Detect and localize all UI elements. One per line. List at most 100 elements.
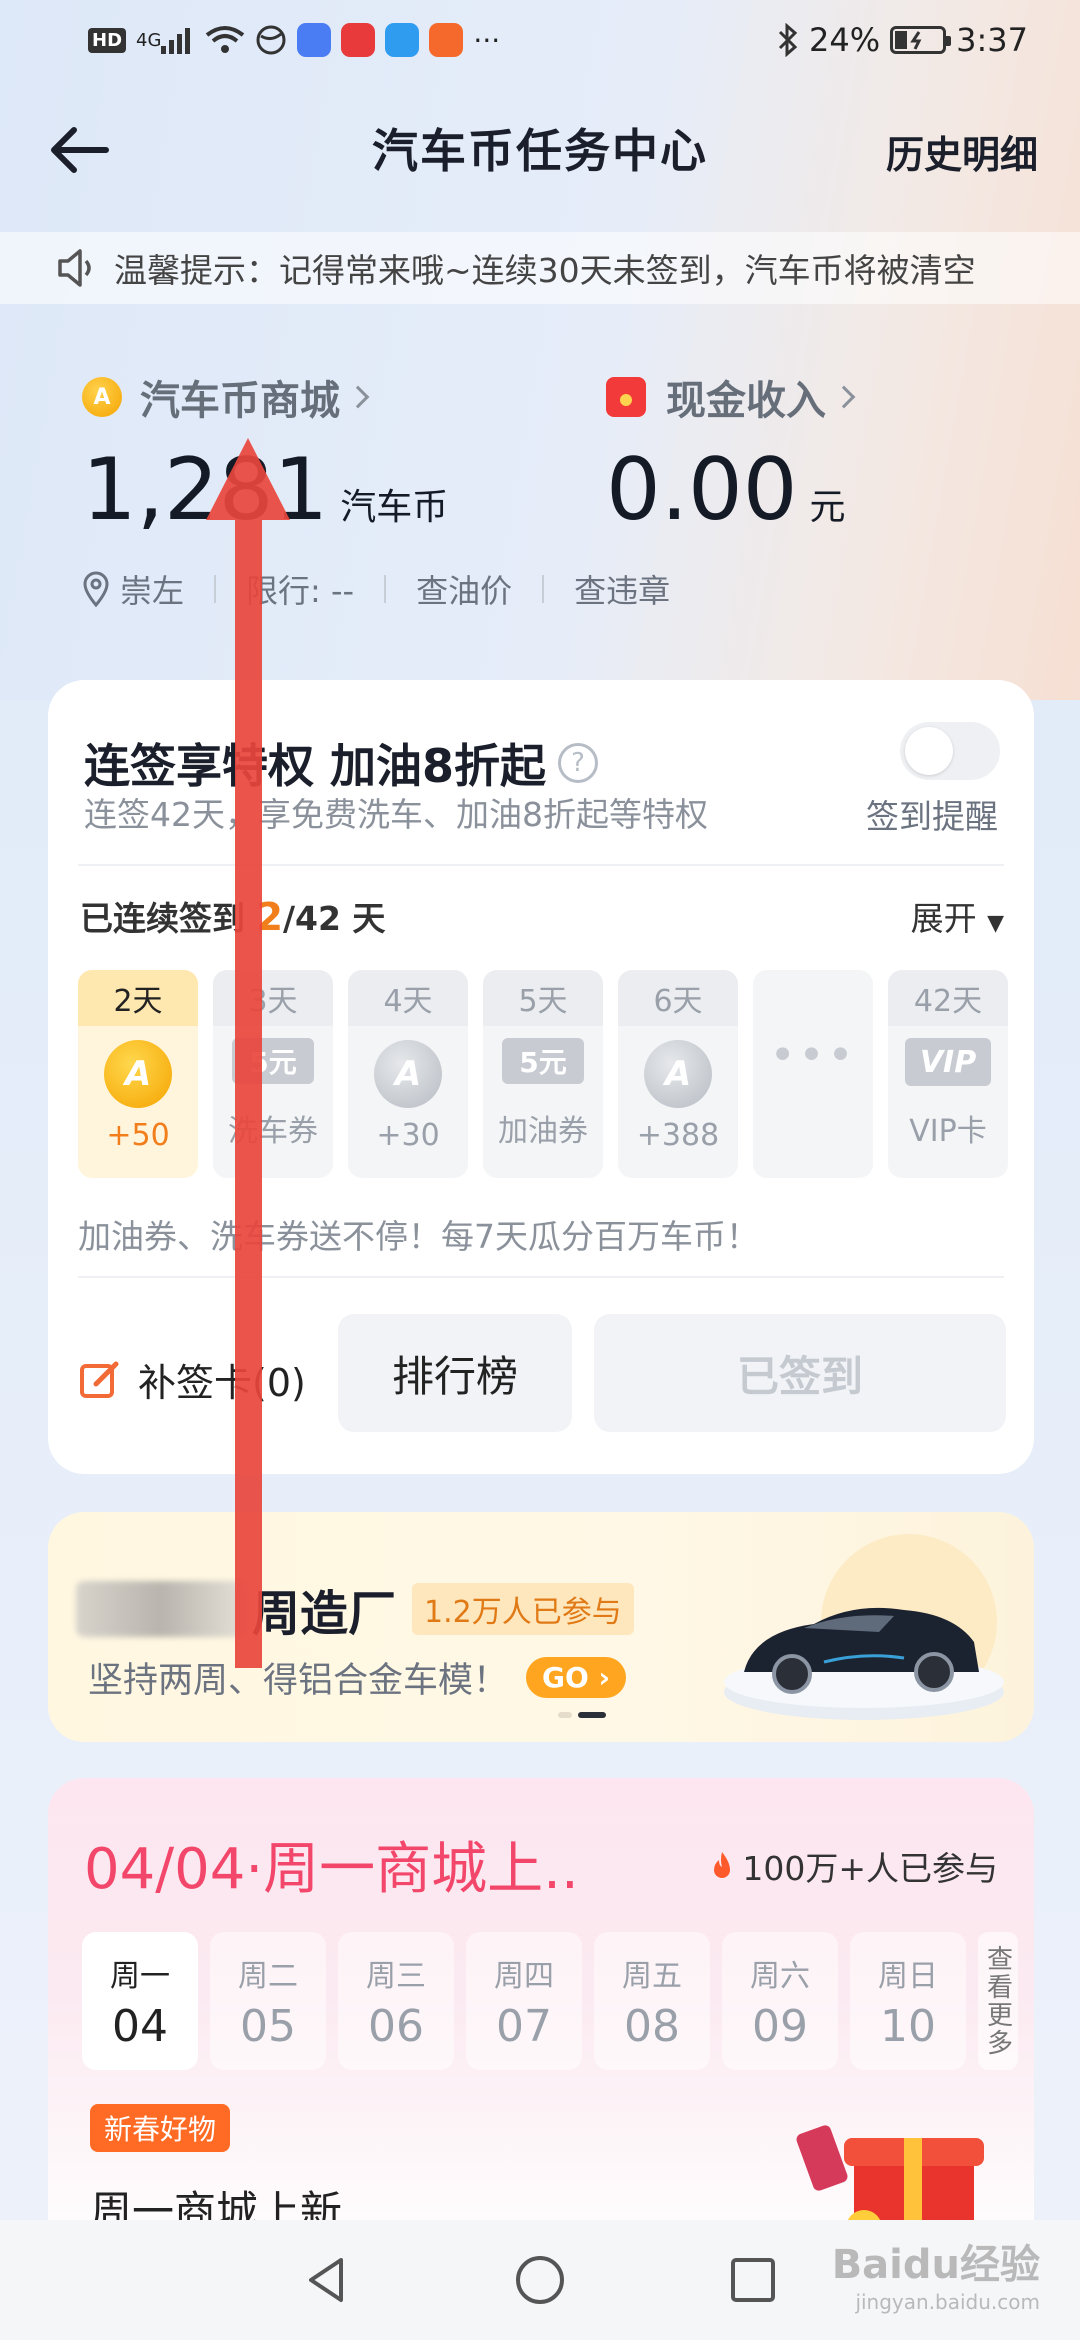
carousel-indicator bbox=[558, 1712, 606, 1718]
weekday-tab-wed[interactable]: 周三 06 bbox=[338, 1932, 454, 2070]
signed-button[interactable]: 已签到 bbox=[594, 1314, 1006, 1432]
nav-home-icon[interactable] bbox=[510, 2250, 570, 2310]
bluetooth-icon bbox=[777, 23, 799, 57]
streak-counter: 已连续签到 2/42 天 bbox=[80, 892, 385, 940]
status-bar: HD 4G ··· 24% 3:37 bbox=[0, 0, 1080, 80]
location-pin-icon bbox=[83, 571, 109, 607]
day-reward-more[interactable]: ••• bbox=[753, 970, 873, 1178]
cash-label: 现金收入 bbox=[666, 378, 826, 424]
nav-back-icon[interactable] bbox=[297, 2250, 357, 2310]
cash-balance: 0.00 元 bbox=[606, 440, 852, 540]
mall-card: 04/04·周一商城上.. 100万+人已参与 周一 04 周二 05 周三 06 周… bbox=[48, 1778, 1034, 2258]
day-reward-2[interactable]: 2天 A +50 bbox=[78, 970, 198, 1178]
go-button[interactable]: GO › bbox=[526, 1657, 627, 1698]
day-label: 6天 bbox=[618, 970, 738, 1026]
status-left: HD 4G ··· bbox=[88, 23, 500, 57]
weekday-date: 07 bbox=[496, 2000, 552, 2052]
page-dot-active bbox=[578, 1712, 606, 1718]
mall-participants: 100万+人已参与 bbox=[710, 1842, 998, 1890]
coin-icon: A bbox=[82, 377, 122, 417]
globe-icon bbox=[255, 24, 287, 56]
weekday-tab-thu[interactable]: 周四 07 bbox=[466, 1932, 582, 2070]
day-value: VIP卡 bbox=[909, 1114, 987, 1149]
back-button[interactable] bbox=[48, 118, 112, 182]
reminder-toggle[interactable] bbox=[900, 722, 1000, 780]
search-app-icon bbox=[385, 23, 420, 57]
day-label: 3天 bbox=[213, 970, 333, 1026]
makeup-label: 补签卡(0) bbox=[138, 1361, 306, 1405]
clock: 3:37 bbox=[956, 21, 1028, 59]
watermark-url: jingyan.baidu.com bbox=[855, 2290, 1040, 2314]
restriction-info[interactable]: 限行: -- bbox=[246, 566, 354, 612]
cash-section[interactable]: 现金收入 0.00 元 bbox=[606, 368, 856, 540]
expand-button[interactable]: 展开 ▼ bbox=[911, 892, 1004, 940]
page-title: 汽车币任务中心 bbox=[372, 124, 708, 178]
new-tag: 新春好物 bbox=[90, 2104, 231, 2152]
makeup-card-button[interactable]: 补签卡(0) bbox=[78, 1352, 306, 1407]
divider bbox=[78, 864, 1004, 866]
divider bbox=[384, 575, 387, 603]
expand-label: 展开 bbox=[910, 899, 977, 938]
day-reward-6[interactable]: 6天 A +388 bbox=[618, 970, 738, 1178]
go-label: GO bbox=[542, 1661, 589, 1694]
coin-mall-label: 汽车币商城 bbox=[140, 378, 340, 424]
hd-icon: HD bbox=[88, 27, 127, 53]
coin-unit: 汽车币 bbox=[340, 487, 449, 528]
day-reward-3[interactable]: 3天 5元 洗车券 bbox=[213, 970, 333, 1178]
weekday-date: 08 bbox=[624, 2000, 680, 2052]
speaker-icon bbox=[58, 249, 91, 287]
location-bar: 崇左 限行: -- 查油价 查违章 bbox=[82, 566, 670, 612]
leaderboard-button[interactable]: 排行榜 bbox=[338, 1314, 572, 1432]
weekday-tab-fri[interactable]: 周五 08 bbox=[594, 1932, 710, 2070]
weekday-name: 周四 bbox=[494, 1958, 554, 1994]
weekday-tab-tue[interactable]: 周二 05 bbox=[210, 1932, 326, 2070]
day-reward-42[interactable]: 42天 VIP VIP卡 bbox=[888, 970, 1008, 1178]
weekday-name: 周日 bbox=[878, 1958, 938, 1994]
cash-link[interactable]: 现金收入 bbox=[606, 368, 856, 426]
music-app-icon bbox=[297, 23, 332, 57]
weekday-tab-sat[interactable]: 周六 09 bbox=[722, 1932, 838, 2070]
mall-title[interactable]: 04/04·周一商城上.. bbox=[84, 1824, 579, 1905]
signin-days: 2天 A +50 3天 5元 洗车券 4天 A +30 5天 5元 加油券 6天… bbox=[78, 970, 1008, 1178]
weekday-date: 04 bbox=[112, 2000, 168, 2052]
violation-link[interactable]: 查违章 bbox=[574, 566, 670, 612]
day-value: +50 bbox=[106, 1118, 170, 1153]
page-header: 汽车币任务中心 历史明细 bbox=[0, 100, 1080, 196]
day-reward-4[interactable]: 4天 A +30 bbox=[348, 970, 468, 1178]
signin-promo-text: 加油券、洗车券送不停！每7天瓜分百万车币！ bbox=[78, 1217, 759, 1256]
day-label: 5天 bbox=[483, 970, 603, 1026]
cash-amount: 0.00 bbox=[606, 440, 798, 540]
battery-icon bbox=[890, 26, 952, 54]
fire-icon bbox=[714, 1852, 731, 1878]
day-value: +30 bbox=[376, 1118, 440, 1153]
cash-unit: 元 bbox=[809, 487, 846, 528]
weekday-tab-sun[interactable]: 周日 10 bbox=[850, 1932, 966, 2070]
car-model-banner[interactable]: 周造厂 1.2万人已参与 坚持两周、得铝合金车模！ GO › bbox=[48, 1512, 1034, 1742]
caret-down-icon: ▼ bbox=[987, 911, 1004, 936]
weekday-name: 周五 bbox=[622, 1958, 682, 1994]
oil-price-link[interactable]: 查油价 bbox=[416, 566, 512, 612]
city-link[interactable]: 崇左 bbox=[120, 566, 184, 612]
banner-subtitle: 坚持两周、得铝合金车模！ GO › bbox=[88, 1652, 627, 1703]
coin-mall-link[interactable]: A 汽车币商城 bbox=[82, 368, 448, 426]
red-packet-icon bbox=[606, 377, 646, 417]
arrow-left-icon bbox=[51, 127, 109, 173]
mall-participants-text: 100万+人已参与 bbox=[742, 1849, 998, 1888]
streak-days: 2 bbox=[256, 895, 283, 939]
coin-mall-section[interactable]: A 汽车币商城 1,281 汽车币 bbox=[82, 368, 448, 540]
view-more-button[interactable]: 查看更多 bbox=[978, 1932, 1018, 2070]
weekday-tab-mon[interactable]: 周一 04 bbox=[82, 1932, 198, 2070]
watermark: Baidu经验 jingyan.baidu.com bbox=[832, 2232, 1040, 2314]
weekday-name: 周二 bbox=[238, 1958, 298, 1994]
day-reward-5[interactable]: 5天 5元 加油券 bbox=[483, 970, 603, 1178]
day-value: +388 bbox=[636, 1118, 720, 1153]
weekday-name: 周一 bbox=[110, 1958, 170, 1994]
notice-bar: 温馨提示：记得常来哦~连续30天未签到，汽车币将被清空 bbox=[0, 232, 1080, 304]
help-icon[interactable]: ? bbox=[558, 743, 599, 783]
nav-recents-icon[interactable] bbox=[723, 2250, 783, 2310]
weekday-date: 09 bbox=[752, 2000, 808, 2052]
streak-prefix: 已连续签到 bbox=[80, 899, 245, 938]
status-right: 24% 3:37 bbox=[777, 21, 1028, 59]
notice-text: 温馨提示：记得常来哦~连续30天未签到，汽车币将被清空 bbox=[114, 251, 976, 290]
history-link[interactable]: 历史明细 bbox=[886, 124, 1038, 179]
